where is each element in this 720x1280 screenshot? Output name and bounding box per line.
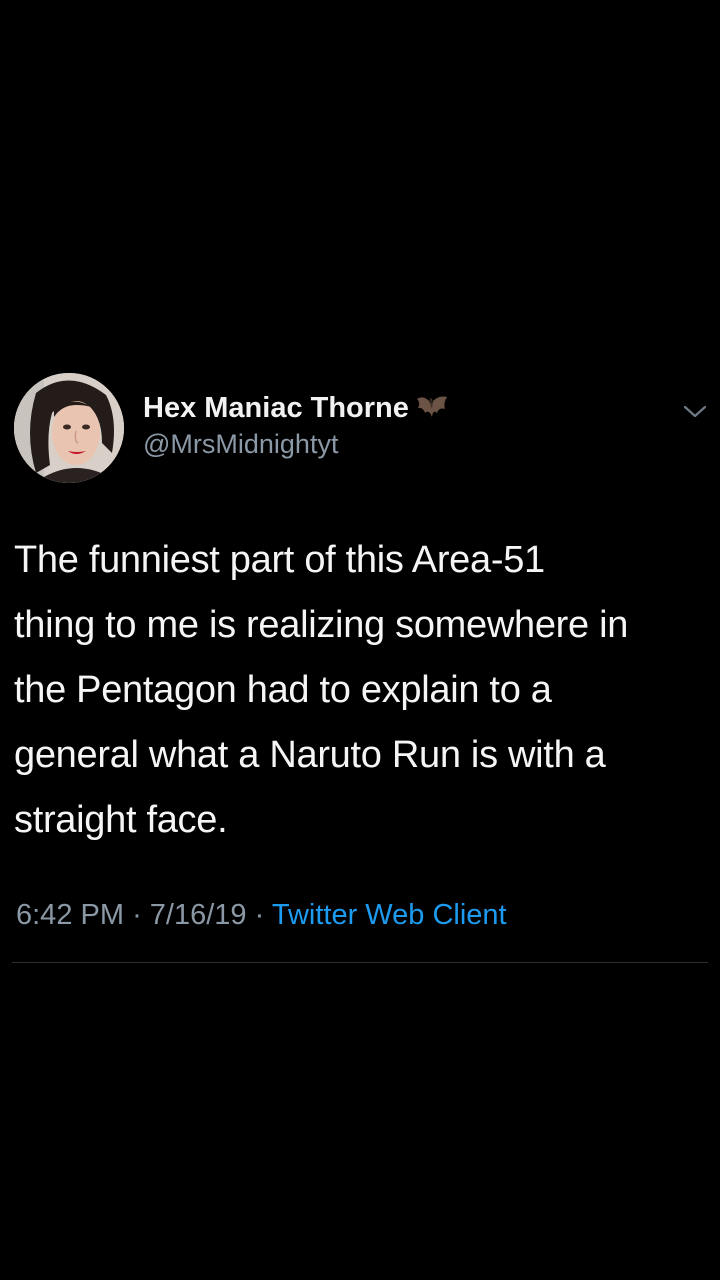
tweet-text-line: the Pentagon had to explain to a (14, 669, 552, 711)
tweet-text-line: straight face. (14, 799, 228, 841)
tweet-date: 7/16/19 (149, 899, 247, 931)
author-block[interactable]: Hex Maniac Thorne @MrsMidnightyt (143, 388, 451, 460)
tweet-meta: 6:42 PM · 7/16/19 · Twitter Web Client (16, 896, 507, 934)
avatar[interactable] (14, 373, 124, 483)
tweet-text: The funniest part of this Area-51 thing … (14, 528, 714, 853)
avatar-image (14, 373, 124, 483)
meta-separator: · (132, 899, 142, 931)
tweet-card: Hex Maniac Thorne @MrsMidnightyt The fun… (0, 0, 720, 1280)
tweet-text-line: thing to me is realizing somewhere in (14, 604, 629, 646)
tweet-time: 6:42 PM (16, 899, 124, 931)
chevron-down-icon[interactable] (680, 401, 710, 423)
handle[interactable]: @MrsMidnightyt (143, 428, 451, 460)
tweet-text-line: general what a Naruto Run is with a (14, 734, 606, 776)
meta-separator: · (254, 899, 265, 931)
display-name[interactable]: Hex Maniac Thorne (143, 388, 409, 428)
client-link[interactable]: Twitter Web Client (272, 899, 507, 931)
divider (12, 962, 708, 963)
bat-icon (413, 389, 451, 427)
tweet-text-line: The funniest part of this Area-51 (14, 539, 545, 581)
